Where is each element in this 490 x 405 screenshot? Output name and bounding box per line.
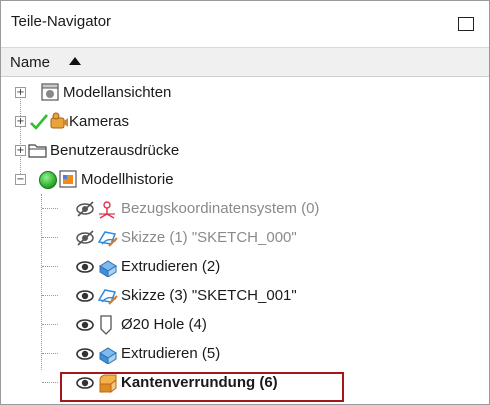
expand-icon[interactable]: + bbox=[15, 87, 26, 98]
status-green-icon bbox=[39, 171, 57, 189]
tree-item-label: Bezugskoordinatensystem (0) bbox=[121, 200, 320, 217]
camera-icon bbox=[50, 112, 68, 129]
part-navigator-panel: Teile-Navigator Name + Modellansichten +… bbox=[0, 0, 490, 405]
eye-hidden-icon[interactable] bbox=[75, 229, 97, 247]
tree-item-label: Extrudieren (5) bbox=[121, 345, 221, 362]
sort-up-icon bbox=[69, 57, 81, 65]
collapse-icon[interactable]: − bbox=[15, 174, 26, 185]
tree-item-feature[interactable]: Skizze (3) "SKETCH_001" bbox=[1, 281, 489, 310]
tree-item-label: Skizze (3) "SKETCH_001" bbox=[121, 287, 297, 304]
tree-item-kameras[interactable]: + Kameras bbox=[1, 107, 489, 136]
sketch-icon bbox=[97, 289, 118, 305]
tree-item-label: Skizze (1) "SKETCH_000" bbox=[121, 229, 297, 246]
tree-item-label: Benutzerausdrücke bbox=[50, 142, 180, 159]
tree-view: + Modellansichten + Kameras + Benutzerau… bbox=[1, 78, 489, 404]
eye-icon[interactable] bbox=[75, 316, 97, 334]
expand-icon[interactable]: + bbox=[15, 116, 26, 127]
extrude-icon bbox=[99, 347, 117, 364]
model-views-icon bbox=[41, 83, 59, 101]
eye-icon[interactable] bbox=[75, 287, 97, 305]
eye-icon[interactable] bbox=[75, 345, 97, 363]
tree-item-label: Extrudieren (2) bbox=[121, 258, 221, 275]
folder-icon bbox=[28, 144, 47, 158]
tree-item-modellansichten[interactable]: + Modellansichten bbox=[1, 78, 489, 107]
column-header[interactable]: Name bbox=[1, 47, 489, 77]
tree-item-feature[interactable]: Extrudieren (5) bbox=[1, 339, 489, 368]
tree-item-feature[interactable]: Ø20 Hole (4) bbox=[1, 310, 489, 339]
tree-item-benutzerausdruecke[interactable]: + Benutzerausdrücke bbox=[1, 136, 489, 165]
panel-title: Teile-Navigator bbox=[11, 13, 112, 30]
tree-item-feature[interactable]: Skizze (1) "SKETCH_000" bbox=[1, 223, 489, 252]
tree-item-label: Modellansichten bbox=[63, 84, 172, 101]
hole-icon bbox=[100, 315, 112, 335]
extrude-icon bbox=[99, 260, 117, 277]
maximize-icon[interactable] bbox=[458, 17, 474, 31]
tree-item-label: Modellhistorie bbox=[81, 171, 174, 188]
expand-icon[interactable]: + bbox=[15, 145, 26, 156]
current-feature-highlight bbox=[60, 372, 344, 402]
sketch-icon bbox=[97, 231, 118, 247]
tree-item-label: Ø20 Hole (4) bbox=[121, 316, 207, 333]
eye-icon[interactable] bbox=[75, 258, 97, 276]
check-icon bbox=[30, 114, 48, 130]
coordinate-system-icon bbox=[99, 201, 115, 219]
title-bar: Teile-Navigator bbox=[1, 1, 489, 46]
tree-item-feature[interactable]: Bezugskoordinatensystem (0) bbox=[1, 194, 489, 223]
tree-item-label: Kameras bbox=[69, 113, 130, 130]
tree-item-modellhistorie[interactable]: − Modellhistorie bbox=[1, 165, 489, 194]
column-header-name[interactable]: Name bbox=[10, 54, 50, 71]
eye-hidden-icon[interactable] bbox=[75, 200, 97, 218]
history-icon bbox=[59, 170, 77, 188]
tree-item-feature[interactable]: Extrudieren (2) bbox=[1, 252, 489, 281]
